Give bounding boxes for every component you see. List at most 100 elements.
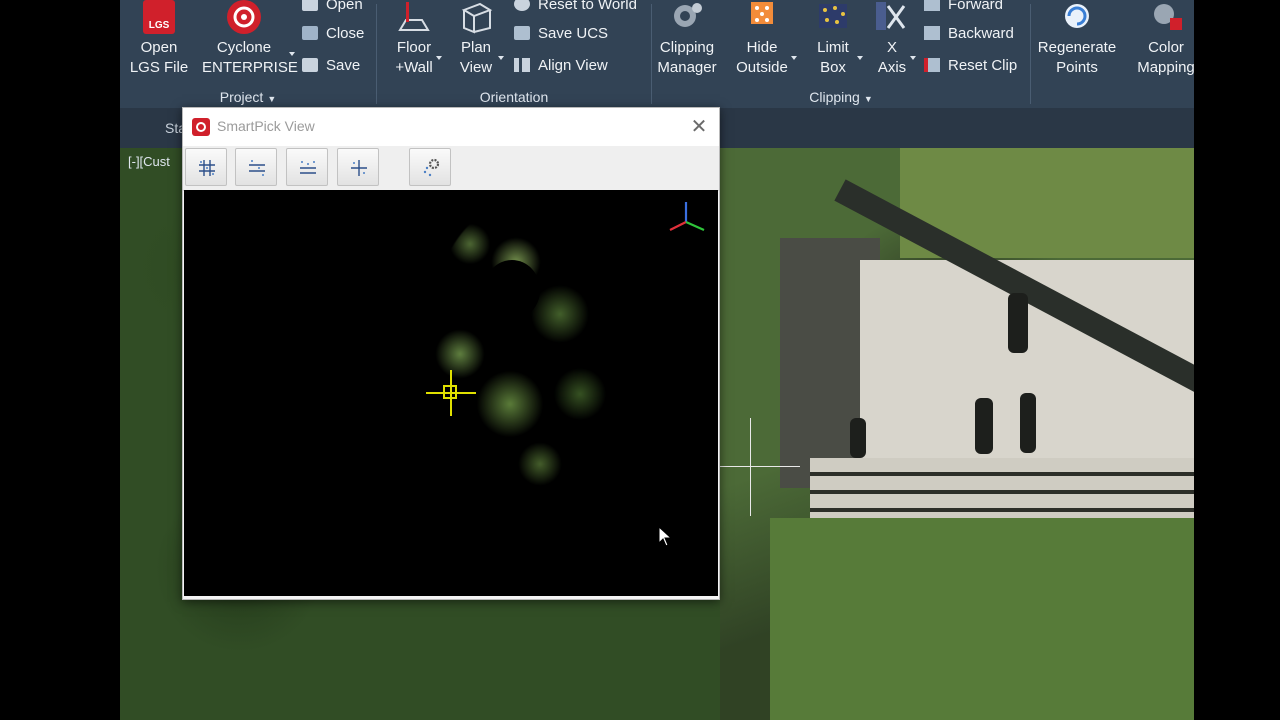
crosshair-vertical bbox=[750, 418, 751, 516]
smartpick-toolbar bbox=[183, 146, 719, 191]
clipping-group-label[interactable]: Clipping ▼ bbox=[652, 89, 1030, 105]
forward-button[interactable]: Forward bbox=[924, 0, 1003, 18]
plan-view-dropdown-arrow[interactable] bbox=[498, 56, 504, 60]
x-axis-label: X Axis bbox=[877, 39, 907, 76]
ribbon: LGS Open LGS File Cyclone ENTERPRISE Ope… bbox=[120, 0, 1194, 109]
plan-view-button[interactable]: Plan View bbox=[451, 2, 501, 78]
top-view-grid-icon bbox=[199, 160, 215, 176]
color-mapping-label: Color Mapping bbox=[1137, 39, 1194, 76]
person-figure bbox=[1020, 393, 1036, 453]
smartpick-top-view-button[interactable] bbox=[185, 148, 227, 186]
reset-clip-icon bbox=[924, 58, 940, 72]
lgs-icon-text: LGS bbox=[148, 20, 170, 31]
plan-view-label: Plan View bbox=[459, 39, 493, 76]
clipping-manager-label: Clipping Manager bbox=[657, 39, 717, 76]
dialog-title: SmartPick View bbox=[217, 118, 315, 134]
x-axis-dropdown-arrow[interactable] bbox=[910, 56, 916, 60]
regenerate-points-icon bbox=[1059, 0, 1095, 34]
save-label: Save bbox=[326, 57, 361, 74]
clipping-manager-button[interactable]: Clipping Manager bbox=[654, 3, 720, 78]
cyclone-app-icon bbox=[192, 118, 210, 136]
ribbon-group-project: LGS Open LGS File Cyclone ENTERPRISE Ope… bbox=[120, 0, 376, 108]
reset-world-icon bbox=[514, 0, 530, 11]
limit-box-button[interactable]: Limit Box bbox=[804, 4, 862, 78]
floor-wall-button[interactable]: Floor +Wall bbox=[387, 2, 441, 78]
project-group-label[interactable]: Project ▼ bbox=[120, 89, 376, 105]
smartpick-center-view-button[interactable] bbox=[337, 148, 379, 186]
plaza-steps bbox=[810, 458, 1194, 518]
project-chevron-down-icon: ▼ bbox=[267, 94, 277, 104]
tree-point-cloud bbox=[430, 204, 620, 496]
open-folder-icon bbox=[302, 0, 318, 11]
cyclone-icon bbox=[227, 0, 261, 34]
close-label: Close bbox=[326, 25, 365, 42]
tree-canopy-gap bbox=[484, 260, 540, 320]
x-axis-icon bbox=[874, 0, 910, 34]
forward-label: Forward bbox=[948, 0, 1004, 13]
clipping-chevron-down-icon: ▼ bbox=[863, 94, 873, 104]
smartpick-settings-button[interactable] bbox=[409, 148, 451, 186]
close-button[interactable]: Close bbox=[302, 21, 364, 47]
cyclone-enterprise-button[interactable]: Cyclone ENTERPRISE bbox=[202, 0, 298, 78]
clipping-group-title: Clipping bbox=[809, 89, 860, 105]
close-file-icon bbox=[302, 26, 318, 40]
clipping-manager-icon bbox=[669, 0, 705, 34]
save-ucs-icon bbox=[514, 26, 530, 40]
reset-to-world-button[interactable]: Reset to World bbox=[514, 0, 637, 18]
viewport-controls-label[interactable]: [-][Cust bbox=[128, 154, 170, 169]
person-figure bbox=[1008, 293, 1028, 353]
side-view-grid-icon bbox=[300, 161, 316, 174]
front-view-grid-icon bbox=[249, 160, 265, 176]
close-icon[interactable]: ✕ bbox=[687, 115, 711, 139]
open-button[interactable]: Open bbox=[302, 0, 363, 18]
dialog-title-bar[interactable]: SmartPick View ✕ bbox=[183, 108, 719, 146]
hide-outside-button[interactable]: Hide Outside bbox=[732, 2, 792, 78]
align-view-button[interactable]: Align View bbox=[514, 53, 608, 79]
lower-lawn-area bbox=[770, 518, 1194, 720]
smartpick-front-view-button[interactable] bbox=[235, 148, 277, 186]
save-icon bbox=[302, 58, 318, 72]
ribbon-group-points: Regenerate Points Color Mapping bbox=[1031, 0, 1194, 108]
lgs-file-icon: LGS bbox=[143, 0, 175, 34]
person-figure bbox=[975, 398, 993, 454]
save-ucs-label: Save UCS bbox=[538, 25, 609, 42]
color-mapping-button[interactable]: Color Mapping bbox=[1131, 4, 1194, 78]
backward-button[interactable]: Backward bbox=[924, 21, 1014, 47]
axis-gizmo-icon bbox=[669, 202, 705, 232]
align-view-icon bbox=[514, 58, 530, 72]
save-ucs-button[interactable]: Save UCS bbox=[514, 21, 608, 47]
regenerate-points-label: Regenerate Points bbox=[1037, 39, 1117, 76]
color-mapping-icon bbox=[1148, 0, 1184, 34]
reset-to-world-label: Reset to World bbox=[538, 0, 637, 13]
limit-box-label: Limit Box bbox=[817, 39, 849, 76]
reset-clip-label: Reset Clip bbox=[948, 57, 1018, 74]
project-group-title: Project bbox=[219, 89, 264, 105]
open-lgs-file-label: Open LGS File bbox=[129, 39, 189, 76]
screen-right-border bbox=[1194, 0, 1280, 720]
smartpick-view-dialog: SmartPick View ✕ bbox=[182, 107, 720, 600]
ribbon-group-clipping: Clipping Manager Hide Outside Limit Box bbox=[652, 0, 1030, 108]
person-figure bbox=[850, 418, 866, 458]
smartpick-3d-view[interactable] bbox=[184, 190, 718, 596]
backward-icon bbox=[924, 26, 940, 40]
open-label: Open bbox=[326, 0, 363, 13]
forward-icon bbox=[924, 0, 940, 11]
save-button[interactable]: Save bbox=[302, 53, 360, 79]
reset-clip-button[interactable]: Reset Clip bbox=[924, 53, 1017, 79]
open-lgs-file-button[interactable]: LGS Open LGS File bbox=[126, 0, 192, 78]
orientation-group-title: Orientation bbox=[479, 89, 549, 105]
x-axis-button[interactable]: X Axis bbox=[870, 2, 914, 78]
align-view-label: Align View bbox=[538, 57, 608, 74]
floor-wall-dropdown-arrow[interactable] bbox=[436, 56, 442, 60]
hide-outside-icon bbox=[747, 0, 777, 34]
settings-gear-icon bbox=[423, 158, 440, 177]
center-view-grid-icon bbox=[351, 160, 367, 176]
crosshair-horizontal bbox=[710, 466, 800, 467]
limit-box-dropdown-arrow[interactable] bbox=[857, 56, 863, 60]
smartpick-side-view-button[interactable] bbox=[286, 148, 328, 186]
hide-outside-dropdown-arrow[interactable] bbox=[791, 56, 797, 60]
orientation-group-label: Orientation bbox=[377, 89, 651, 105]
cyclone-dropdown-arrow[interactable] bbox=[289, 52, 295, 56]
limit-box-icon bbox=[815, 0, 851, 34]
regenerate-points-button[interactable]: Regenerate Points bbox=[1033, 4, 1121, 78]
